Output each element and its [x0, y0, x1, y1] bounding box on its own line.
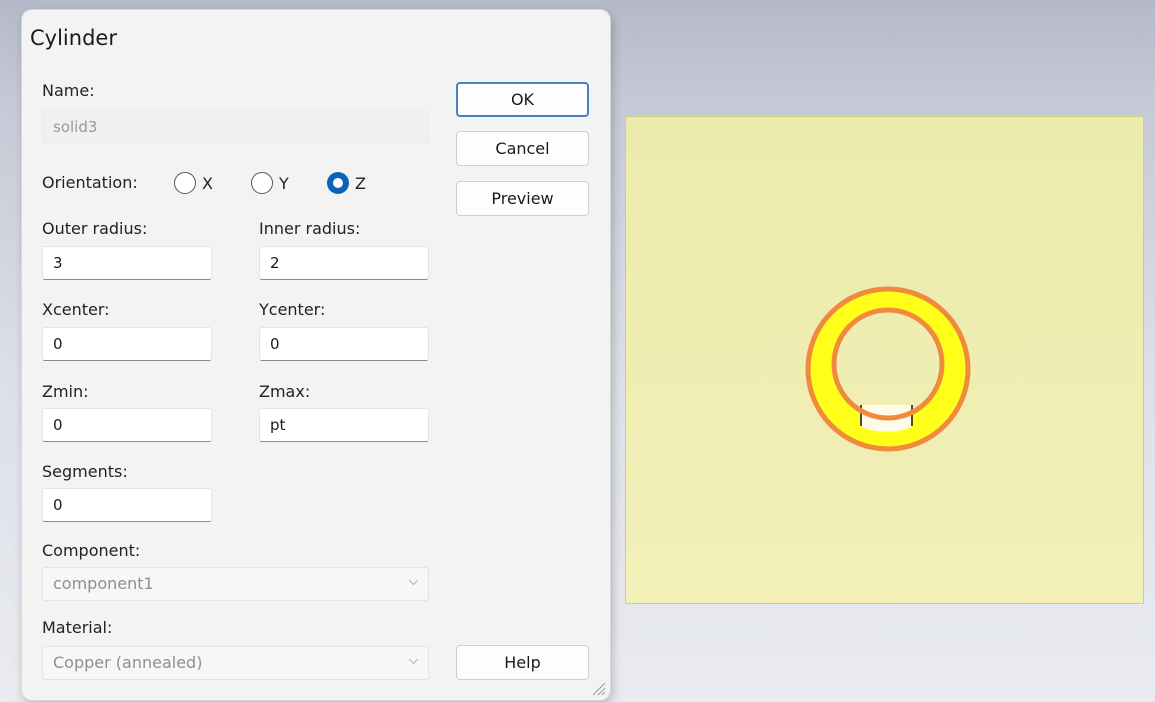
material-select[interactable]: Copper (annealed) — [42, 646, 429, 680]
zmax-label: Zmax: — [259, 382, 311, 401]
orientation-y-radio[interactable] — [251, 172, 273, 194]
segments-label: Segments: — [42, 462, 128, 481]
inner-radius-field[interactable]: 2 — [259, 246, 429, 280]
xcenter-label: Xcenter: — [42, 300, 110, 319]
outer-radius-label: Outer radius: — [42, 219, 148, 238]
resize-grip-icon[interactable] — [590, 680, 606, 696]
xcenter-field[interactable]: 0 — [42, 327, 212, 361]
ok-button[interactable]: OK — [456, 82, 589, 117]
orientation-y-label: Y — [279, 174, 289, 193]
orientation-z-radio[interactable] — [327, 172, 349, 194]
inner-circle — [831, 307, 945, 421]
segments-field[interactable]: 0 — [42, 488, 212, 522]
orientation-z-label: Z — [355, 174, 366, 193]
material-value: Copper (annealed) — [53, 653, 203, 672]
preview-button[interactable]: Preview — [456, 181, 589, 216]
name-field[interactable]: solid3 — [42, 110, 429, 144]
orientation-label: Orientation: — [42, 173, 138, 192]
ycenter-field[interactable]: 0 — [259, 327, 429, 361]
component-select[interactable]: component1 — [42, 567, 429, 601]
chevron-down-icon — [409, 580, 418, 585]
ycenter-label: Ycenter: — [259, 300, 326, 319]
dialog-title: Cylinder — [30, 26, 117, 50]
component-value: component1 — [53, 574, 154, 593]
cancel-button[interactable]: Cancel — [456, 131, 589, 166]
orientation-x-radio[interactable] — [174, 172, 196, 194]
component-label: Component: — [42, 541, 141, 560]
zmin-label: Zmin: — [42, 382, 89, 401]
outer-radius-field[interactable]: 3 — [42, 246, 212, 280]
orientation-x-label: X — [202, 174, 213, 193]
chevron-down-icon — [409, 659, 418, 664]
help-button[interactable]: Help — [456, 645, 589, 680]
zmin-field[interactable]: 0 — [42, 408, 212, 442]
cylinder-dialog: Cylinder Name: solid3 Orientation: X Y Z… — [22, 10, 610, 700]
inner-radius-label: Inner radius: — [259, 219, 361, 238]
zmax-field[interactable]: pt — [259, 408, 429, 442]
name-label: Name: — [42, 81, 95, 100]
material-label: Material: — [42, 618, 113, 637]
